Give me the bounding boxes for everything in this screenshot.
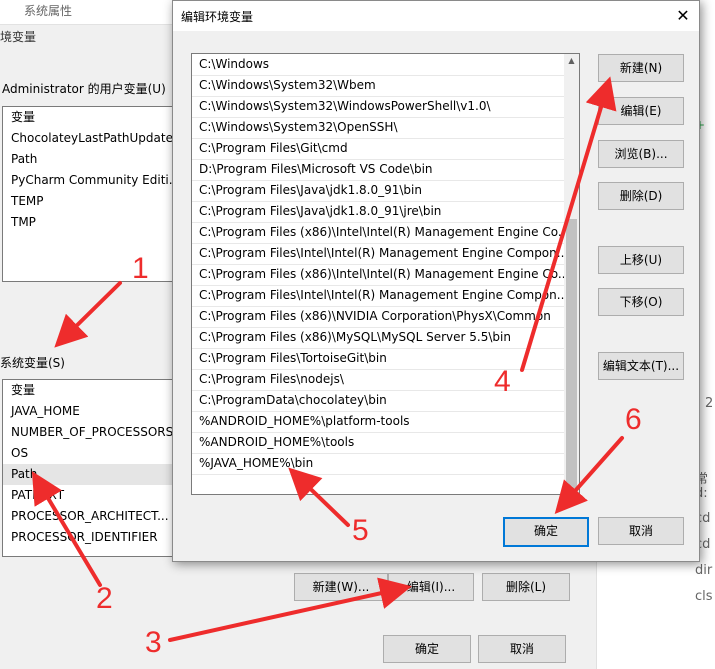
annotation-arrow-1 — [54, 281, 122, 348]
annotation-number-6: 6 — [625, 403, 642, 436]
annotation-number-4: 4 — [494, 365, 511, 398]
annotation-number-1: 1 — [132, 252, 149, 285]
annotation-number-3: 3 — [145, 626, 162, 659]
annotation-number-5: 5 — [352, 514, 369, 547]
annotation-number-2: 2 — [96, 582, 113, 615]
annotation-arrow-2 — [31, 471, 102, 587]
annotation-arrow-4 — [520, 76, 617, 372]
annotation-overlay — [31, 76, 624, 642]
annotation-arrow-5 — [288, 467, 350, 527]
annotation-arrow-3 — [168, 577, 412, 642]
annotation-arrow-6 — [554, 436, 624, 514]
